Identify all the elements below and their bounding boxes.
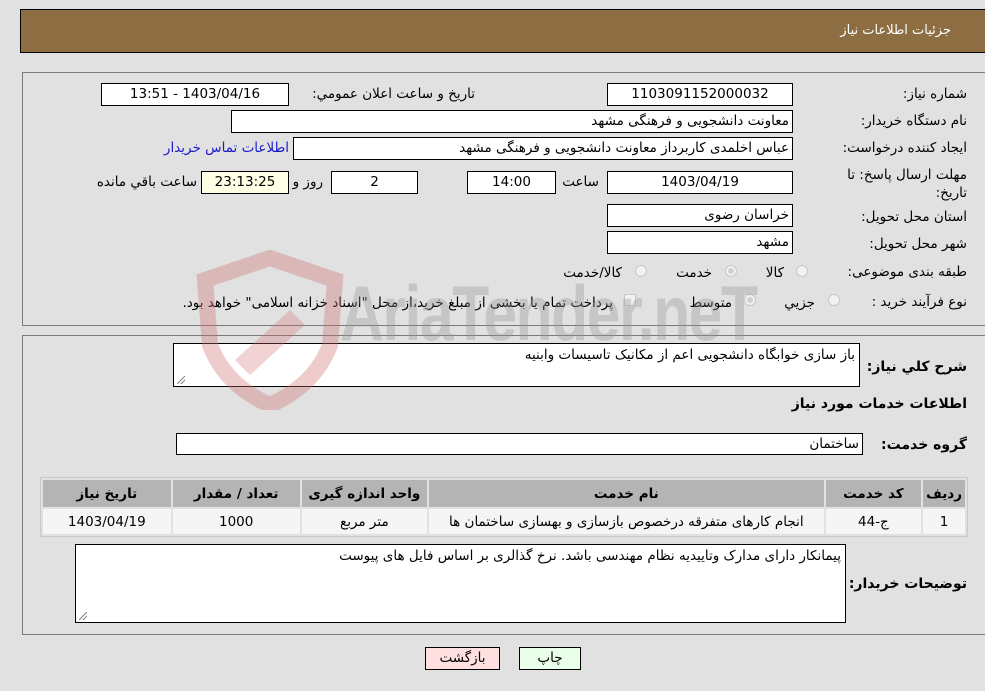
col-service-name: نام خدمت [428, 480, 824, 507]
province-field: خراسان رضوی [607, 204, 793, 227]
buyer-notes-textarea[interactable]: پیمانکار دارای مدارک وتاییدیه نظام مهندس… [75, 544, 846, 623]
need-number-field: 1103091152000032 [607, 83, 793, 106]
category-option-service: خدمت [676, 265, 712, 281]
deadline-date-field: 1403/04/19 [607, 171, 793, 194]
col-need-date: تاریخ نیاز [43, 480, 171, 507]
category-radio-service[interactable] [725, 265, 737, 277]
purchase-option-medium: متوسط [689, 295, 732, 311]
requester-label: ایجاد کننده درخواست: [842, 140, 967, 156]
buyer-notes-label: توضيحات خريدار: [848, 576, 967, 592]
services-table-header: ردیف کد خدمت نام خدمت واحد اندازه گیری ت… [43, 480, 965, 507]
deadline-time-field: 14:00 [467, 171, 556, 194]
buyer-notes-text: پیمانکار دارای مدارک وتاییدیه نظام مهندس… [339, 548, 841, 564]
category-option-goods-service: کالا/خدمت [563, 265, 622, 281]
cell-need-date: 1403/04/19 [43, 509, 171, 534]
resize-grip-icon[interactable] [79, 612, 87, 620]
table-row: 1 ج-44 انجام کارهای متفرقه درخصوص بازساز… [43, 509, 965, 534]
city-label: شهر محل تحویل: [869, 236, 967, 252]
deadline-label: مهلت ارسال پاسخ: تا تاریخ: [847, 167, 967, 201]
announce-datetime-field: 1403/04/16 - 13:51 [101, 83, 289, 106]
buyer-org-field: معاونت دانشجویی و فرهنگی مشهد [231, 110, 793, 133]
category-label: طبقه بندی موضوعی: [847, 264, 967, 280]
cell-service-name: انجام کارهای متفرقه درخصوص بازسازی و بهس… [428, 509, 824, 534]
cell-unit: متر مربع [301, 509, 427, 534]
cell-row-number: 1 [923, 509, 965, 534]
services-table: ردیف کد خدمت نام خدمت واحد اندازه گیری ت… [40, 477, 968, 537]
service-group-label: گروه خدمت: [881, 437, 967, 453]
page-title: جزئيات اطلاعات نياز [840, 23, 951, 38]
days-remaining-field: 2 [331, 171, 418, 194]
col-quantity: تعداد / مقدار [172, 480, 300, 507]
requester-field: عباس اخلمدی کاربرداز معاونت دانشجویی و ف… [293, 137, 793, 160]
announce-datetime-label: تاریخ و ساعت اعلان عمومي: [312, 86, 475, 102]
purchase-radio-minor[interactable] [828, 294, 840, 306]
cell-quantity: 1000 [172, 509, 300, 534]
services-title: اطلاعات خدمات مورد نياز [791, 396, 967, 412]
col-service-code: کد خدمت [825, 480, 922, 507]
buyer-org-label: نام دستگاه خریدار: [860, 113, 967, 129]
need-number-label: شماره نیاز: [902, 86, 967, 102]
deadline-time-label: ساعت [562, 174, 599, 190]
print-button[interactable]: چاپ [519, 647, 581, 670]
time-remaining-label: ساعت باقي مانده [96, 174, 197, 190]
category-option-goods: کالا [765, 265, 784, 281]
service-group-field: ساختمان [176, 433, 863, 455]
back-button[interactable]: بازگشت [425, 647, 500, 670]
resize-grip-icon[interactable] [177, 376, 185, 384]
col-row-number: ردیف [923, 480, 965, 507]
treasury-note: پرداخت تمام یا بخشی از مبلغ خرید،از محل … [182, 295, 613, 311]
purchase-type-label: نوع فرآیند خرید : [871, 294, 967, 310]
col-unit: واحد اندازه گیری [301, 480, 427, 507]
description-text: باز سازی خوابگاه دانشجویی اعم از مکانیک … [524, 347, 855, 363]
province-label: استان محل تحویل: [861, 209, 967, 225]
cell-service-code: ج-44 [825, 509, 922, 534]
city-field: مشهد [607, 231, 793, 254]
purchase-option-minor: جزيي [784, 295, 815, 311]
time-remaining-field: 23:13:25 [201, 171, 289, 194]
category-radio-goods[interactable] [796, 265, 808, 277]
treasury-checkbox[interactable] [624, 294, 636, 306]
description-textarea[interactable]: باز سازی خوابگاه دانشجویی اعم از مکانیک … [173, 343, 860, 387]
purchase-radio-medium[interactable] [744, 294, 756, 306]
days-label: روز و [292, 174, 323, 190]
description-label: شرح كلي نياز: [866, 359, 967, 375]
category-radio-goods-service[interactable] [635, 265, 647, 277]
buyer-contact-link[interactable]: اطلاعات تماس خریدار [164, 140, 289, 156]
page-header: جزئيات اطلاعات نياز [20, 9, 985, 53]
